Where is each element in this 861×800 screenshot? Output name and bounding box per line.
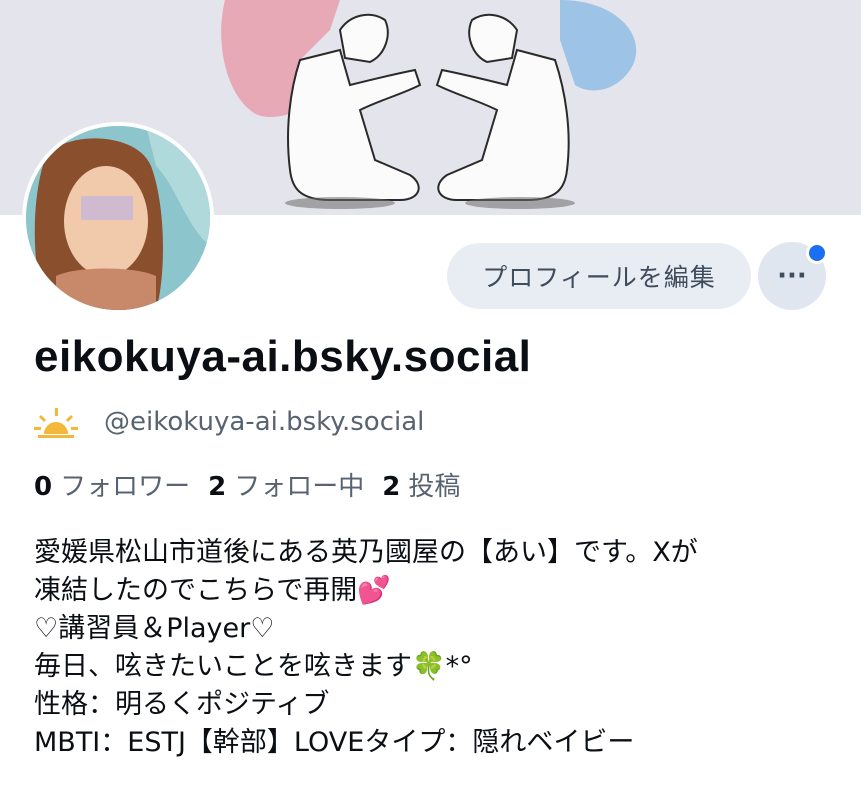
- notification-dot: [806, 242, 828, 264]
- ellipsis-icon: ···: [777, 261, 807, 291]
- bio-line: 凍結したのでこちらで再開💕: [34, 575, 391, 606]
- profile-handle: @eikokuya-ai.bsky.social: [104, 407, 425, 437]
- edit-profile-button[interactable]: プロフィールを編集: [447, 243, 751, 309]
- posts-stat: 2 投稿: [382, 466, 460, 503]
- bio-line: 愛媛県松山市道後にある英乃國屋の【あい】です。Xが: [34, 537, 698, 568]
- profile-bio: 愛媛県松山市道後にある英乃國屋の【あい】です。Xが 凍結したのでこちらで再開💕 …: [34, 534, 844, 762]
- bio-line: 毎日、呟きたいことを呟きます🍀*°: [34, 651, 473, 682]
- following-label: フォロー中: [234, 472, 365, 502]
- following-count: 2: [208, 472, 227, 502]
- bio-line: MBTI：ESTJ【幹部】LOVEタイプ：隠れベイビー: [34, 727, 635, 758]
- bio-line: ♡講習員＆Player♡: [34, 613, 275, 644]
- bio-line: 性格：明るくポジティブ: [34, 689, 330, 720]
- posts-count: 2: [382, 472, 401, 502]
- followers-label: フォロワー: [60, 472, 191, 502]
- sun-icon: [34, 408, 78, 438]
- followers-stat[interactable]: 0 フォロワー: [34, 466, 190, 503]
- posts-label: 投稿: [408, 472, 461, 502]
- avatar[interactable]: [22, 122, 214, 314]
- handle-row: @eikokuya-ai.bsky.social: [34, 404, 424, 440]
- following-stat[interactable]: 2 フォロー中: [208, 466, 364, 503]
- followers-count: 0: [34, 472, 53, 502]
- display-name: eikokuya-ai.bsky.social: [34, 332, 532, 381]
- profile-stats: 0 フォロワー 2 フォロー中 2 投稿: [34, 466, 478, 503]
